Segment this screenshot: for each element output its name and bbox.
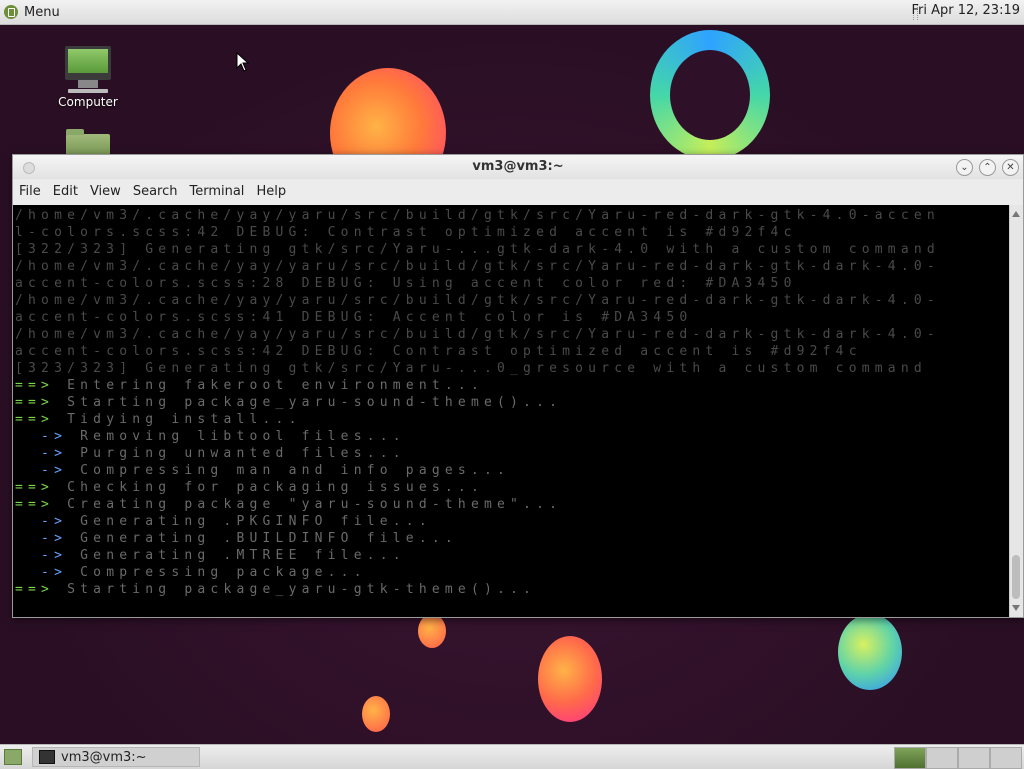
window-title: vm3@vm3:~: [472, 159, 564, 174]
terminal-line: ==> Starting package_yaru-sound-theme().…: [15, 394, 940, 411]
workspace-1[interactable]: [894, 747, 926, 769]
taskbar-item-terminal[interactable]: vm3@vm3:~: [32, 747, 200, 767]
terminal-line: -> Removing libtool files...: [15, 428, 940, 445]
line-text: /home/vm3/.cache/yay/yaru/src/build/gtk/…: [15, 327, 940, 342]
maximize-button[interactable]: ⌃: [979, 159, 996, 176]
line-text: [323/323] Generating gtk/src/Yaru-...0_g…: [15, 361, 927, 376]
terminal-scrollbar[interactable]: [1009, 205, 1023, 617]
window-titlebar[interactable]: vm3@vm3:~ ⌄ ⌃ ✕: [13, 155, 1023, 179]
decor-blob: [418, 614, 446, 648]
scroll-up-icon[interactable]: [1012, 211, 1020, 217]
decor-blob: [538, 636, 602, 722]
line-text: accent-colors.scss:42 DEBUG: Contrast op…: [15, 344, 862, 359]
line-text: Starting package_yaru-sound-theme()...: [54, 395, 563, 410]
terminal-line: ==> Creating package "yaru-sound-theme".…: [15, 496, 940, 513]
line-prefix: ==>: [15, 395, 55, 410]
minimize-button[interactable]: ⌄: [956, 159, 973, 176]
menu-edit[interactable]: Edit: [53, 184, 84, 199]
terminal-window[interactable]: vm3@vm3:~ ⌄ ⌃ ✕ File Edit View Search Te…: [12, 154, 1024, 618]
terminal-line: ==> Checking for packaging issues...: [15, 479, 940, 496]
terminal-line: /home/vm3/.cache/yay/yaru/src/build/gtk/…: [15, 207, 940, 224]
desktop-icon-label: Computer: [58, 95, 118, 109]
terminal-line: /home/vm3/.cache/yay/yaru/src/build/gtk/…: [15, 326, 940, 343]
workspace-2[interactable]: [926, 747, 958, 769]
bottom-taskbar: vm3@vm3:~: [0, 744, 1024, 769]
line-text: /home/vm3/.cache/yay/yaru/src/build/gtk/…: [15, 208, 940, 223]
line-prefix: ->: [15, 548, 68, 563]
line-text: Tidying install...: [54, 412, 302, 427]
scroll-down-icon[interactable]: [1012, 605, 1020, 611]
menu-terminal[interactable]: Terminal: [189, 184, 250, 199]
terminal-line: /home/vm3/.cache/yay/yaru/src/build/gtk/…: [15, 292, 940, 309]
menu-label: Menu: [24, 4, 60, 20]
workspace-3[interactable]: [958, 747, 990, 769]
line-text: accent-colors.scss:41 DEBUG: Accent colo…: [15, 310, 693, 325]
terminal-line: ==> Starting package_yaru-gtk-theme()...: [15, 581, 940, 598]
line-text: Starting package_yaru-gtk-theme()...: [54, 582, 537, 597]
panel-clock[interactable]: Fri Apr 12, 23:19: [911, 3, 1020, 18]
menu-file[interactable]: File: [19, 184, 47, 199]
line-text: l-colors.scss:42 DEBUG: Contrast optimiz…: [15, 225, 797, 240]
line-prefix: ->: [15, 429, 68, 444]
scroll-thumb[interactable]: [1012, 555, 1020, 599]
computer-icon: [65, 46, 111, 80]
line-text: [322/323] Generating gtk/src/Yaru-...gtk…: [15, 242, 940, 257]
line-prefix: ->: [15, 463, 68, 478]
close-button[interactable]: ✕: [1002, 159, 1019, 176]
line-prefix: ==>: [15, 497, 55, 512]
terminal-line: -> Generating .PKGINFO file...: [15, 513, 940, 530]
line-prefix: ==>: [15, 582, 55, 597]
terminal-line: -> Purging unwanted files...: [15, 445, 940, 462]
line-text: Compressing man and info pages...: [67, 463, 511, 478]
line-prefix: ==>: [15, 378, 55, 393]
terminal-line: l-colors.scss:42 DEBUG: Contrast optimiz…: [15, 224, 940, 241]
terminal-line: -> Generating .MTREE file...: [15, 547, 940, 564]
terminal-line: accent-colors.scss:42 DEBUG: Contrast op…: [15, 343, 940, 360]
window-menubar: File Edit View Search Terminal Help: [13, 179, 1023, 203]
line-text: /home/vm3/.cache/yay/yaru/src/build/gtk/…: [15, 259, 940, 274]
line-prefix: ->: [15, 565, 68, 580]
terminal-line: ==> Tidying install...: [15, 411, 940, 428]
line-text: Compressing package...: [67, 565, 367, 580]
decor-blob: [362, 696, 390, 732]
line-text: Purging unwanted files...: [67, 446, 406, 461]
desktop-icon-computer[interactable]: Computer: [48, 46, 128, 109]
decor-blob: [838, 614, 902, 690]
line-text: /home/vm3/.cache/yay/yaru/src/build/gtk/…: [15, 293, 940, 308]
workspace-4[interactable]: [990, 747, 1022, 769]
top-panel: Menu Fri Apr 12, 23:19: [0, 0, 1024, 25]
terminal-line: -> Compressing package...: [15, 564, 940, 581]
terminal-output[interactable]: /home/vm3/.cache/yay/yaru/src/build/gtk/…: [13, 205, 1009, 617]
line-text: Generating .BUILDINFO file...: [67, 531, 458, 546]
menu-search[interactable]: Search: [133, 184, 184, 199]
line-prefix: ->: [15, 531, 68, 546]
terminal-line: -> Compressing man and info pages...: [15, 462, 940, 479]
terminal-line: -> Generating .BUILDINFO file...: [15, 530, 940, 547]
line-text: accent-colors.scss:28 DEBUG: Using accen…: [15, 276, 797, 291]
decor-ring: [650, 30, 770, 160]
show-desktop-icon[interactable]: [4, 749, 22, 765]
line-text: Generating .MTREE file...: [67, 548, 406, 563]
menu-view[interactable]: View: [90, 184, 127, 199]
line-prefix: ->: [15, 446, 68, 461]
line-text: Entering fakeroot environment...: [54, 378, 484, 393]
terminal-icon: [39, 750, 55, 764]
terminal-line: [323/323] Generating gtk/src/Yaru-...0_g…: [15, 360, 940, 377]
line-text: Checking for packaging issues...: [54, 480, 484, 495]
terminal-line: accent-colors.scss:28 DEBUG: Using accen…: [15, 275, 940, 292]
line-prefix: ==>: [15, 412, 55, 427]
line-text: Creating package "yaru-sound-theme"...: [54, 497, 563, 512]
line-text: Generating .PKGINFO file...: [67, 514, 432, 529]
line-text: Removing libtool files...: [67, 429, 406, 444]
taskbar-item-label: vm3@vm3:~: [61, 749, 147, 765]
line-prefix: ==>: [15, 480, 55, 495]
terminal-line: accent-colors.scss:41 DEBUG: Accent colo…: [15, 309, 940, 326]
main-menu-button[interactable]: Menu: [4, 2, 60, 22]
terminal-line: /home/vm3/.cache/yay/yaru/src/build/gtk/…: [15, 258, 940, 275]
menu-help[interactable]: Help: [256, 184, 292, 199]
terminal-line: ==> Entering fakeroot environment...: [15, 377, 940, 394]
menu-logo-icon: [4, 5, 18, 19]
terminal-line: [322/323] Generating gtk/src/Yaru-...gtk…: [15, 241, 940, 258]
line-prefix: ->: [15, 514, 68, 529]
